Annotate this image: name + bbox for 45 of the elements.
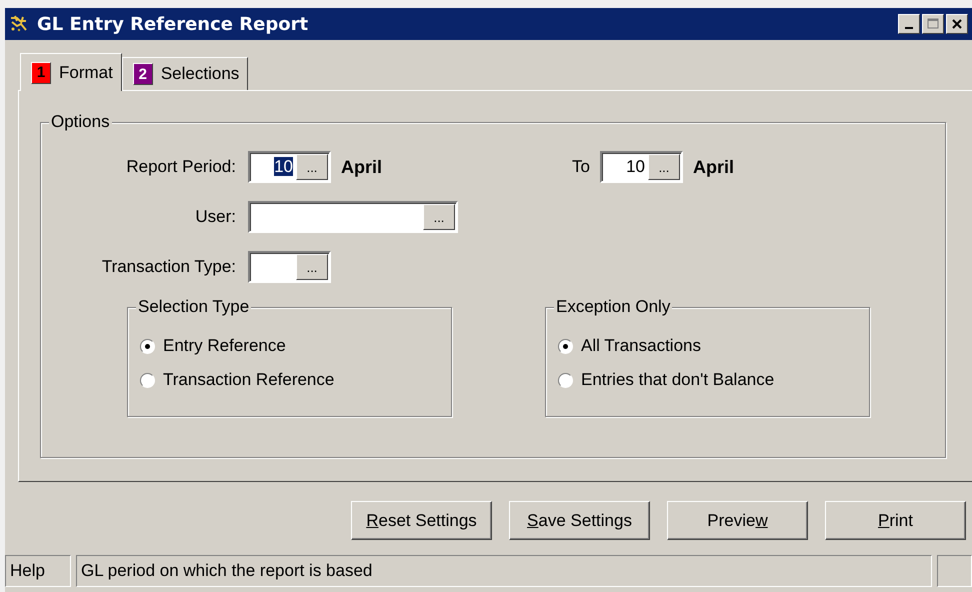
minimize-icon <box>905 26 913 28</box>
action-button[interactable]: Preview <box>667 501 808 540</box>
action-button[interactable]: Reset Settings <box>351 501 492 540</box>
radio-button[interactable] <box>140 372 155 388</box>
browse-button[interactable]: ... <box>423 204 455 230</box>
field-value[interactable]: 10 <box>626 157 645 176</box>
field-label: Transaction Type: <box>100 257 237 277</box>
field-label: To <box>572 157 590 177</box>
field-label: User: <box>194 207 237 227</box>
field-value[interactable]: 10 <box>274 157 293 176</box>
browse-button[interactable]: ... <box>296 154 328 180</box>
browse-button[interactable]: ... <box>648 154 680 180</box>
month-label: April <box>692 156 734 178</box>
radio-label[interactable]: All Transactions <box>581 336 701 356</box>
radio-button[interactable] <box>558 372 573 388</box>
minimize-button[interactable] <box>898 14 920 34</box>
maximize-button[interactable] <box>922 14 944 34</box>
field-label: Report Period: <box>125 157 237 177</box>
radio-label[interactable]: Entries that don't Balance <box>581 370 774 390</box>
status-panel <box>937 555 972 587</box>
status-help: Help <box>5 555 71 587</box>
status-message: GL period on which the report is based <box>76 555 932 587</box>
input-field[interactable]: 10 ... <box>248 151 331 183</box>
close-icon <box>951 18 963 30</box>
tab-number-badge: 1 <box>31 62 51 84</box>
radio-label[interactable]: Entry Reference <box>163 336 286 356</box>
window-title: GL Entry Reference Report <box>37 14 310 34</box>
group-title: Options <box>49 112 112 132</box>
radio-button[interactable] <box>558 338 573 354</box>
month-label: April <box>341 156 382 178</box>
input-field[interactable]: ... <box>248 201 458 233</box>
group-title: Exception Only <box>554 297 672 317</box>
tab[interactable]: 2 Selections <box>122 57 248 90</box>
input-field[interactable]: 10 ... <box>600 151 683 183</box>
action-button[interactable]: Print <box>825 501 966 540</box>
group-title: Selection Type <box>136 297 252 317</box>
close-button[interactable] <box>946 14 968 34</box>
input-field[interactable]: ... <box>248 251 331 283</box>
tab-number-badge: 2 <box>132 63 153 85</box>
tab[interactable]: 1 Format <box>20 53 122 91</box>
action-button[interactable]: Save Settings <box>509 501 650 540</box>
radio-label[interactable]: Transaction Reference <box>163 370 334 390</box>
browse-button[interactable]: ... <box>296 254 328 280</box>
maximize-icon <box>927 18 939 30</box>
radio-button[interactable] <box>140 338 155 354</box>
